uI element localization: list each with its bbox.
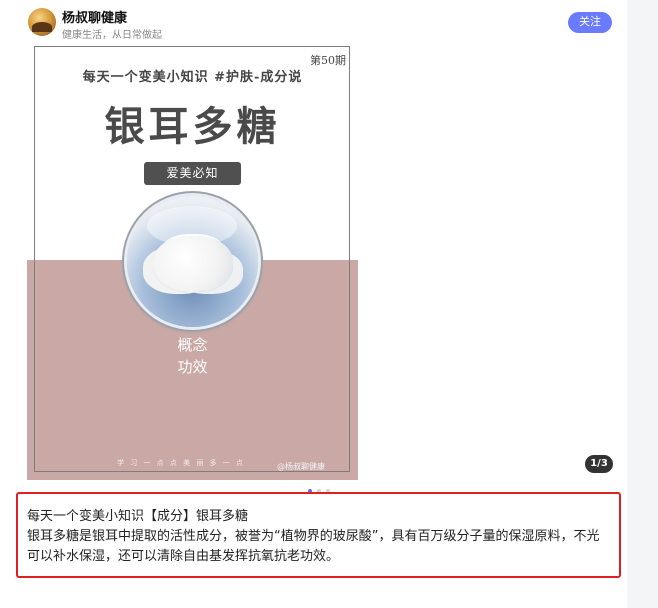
poster-concept-line2: 功效 [177, 358, 208, 376]
follow-button[interactable]: 关注 [568, 12, 612, 33]
tremella-icon [153, 236, 233, 292]
post-image[interactable]: 第50期 每天一个变美小知识 #护肤-成分说 银耳多糖 爱美必知 概念 功效 学… [27, 44, 358, 480]
image-page-counter: 1/3 [585, 455, 613, 473]
poster-concept-line1: 概念 [177, 336, 208, 354]
avatar[interactable] [28, 8, 56, 36]
poster-concept-text: 概念 功效 [27, 334, 358, 378]
author-name[interactable]: 杨叔聊健康 [62, 7, 127, 26]
poster-badge: 爱美必知 [144, 162, 241, 185]
poster-tagline: 每天一个变美小知识 #护肤-成分说 [82, 70, 303, 85]
right-gutter [627, 0, 658, 608]
author-bio: 健康生活，从日常做起 [62, 30, 162, 41]
post-caption: 每天一个变美小知识【成分】银耳多糖 银耳多糖是银耳中提取的活性成分，被誉为“植物… [16, 492, 621, 578]
poster-title: 银耳多糖 [104, 103, 281, 150]
poster-watermark: @杨叔聊健康 [277, 462, 325, 471]
caption-title: 每天一个变美小知识【成分】银耳多糖 [27, 509, 249, 524]
caption-body: 银耳多糖是银耳中提取的活性成分，被誉为“植物界的玻尿酸”，具有百万级分子量的保湿… [27, 529, 600, 564]
tremella-orb-illustration [127, 196, 258, 327]
poster-footer: 学 习 一 点 点 美 丽 多 一 点 [117, 459, 246, 467]
post-header: 杨叔聊健康 健康生活，从日常做起 关注 [0, 0, 627, 44]
